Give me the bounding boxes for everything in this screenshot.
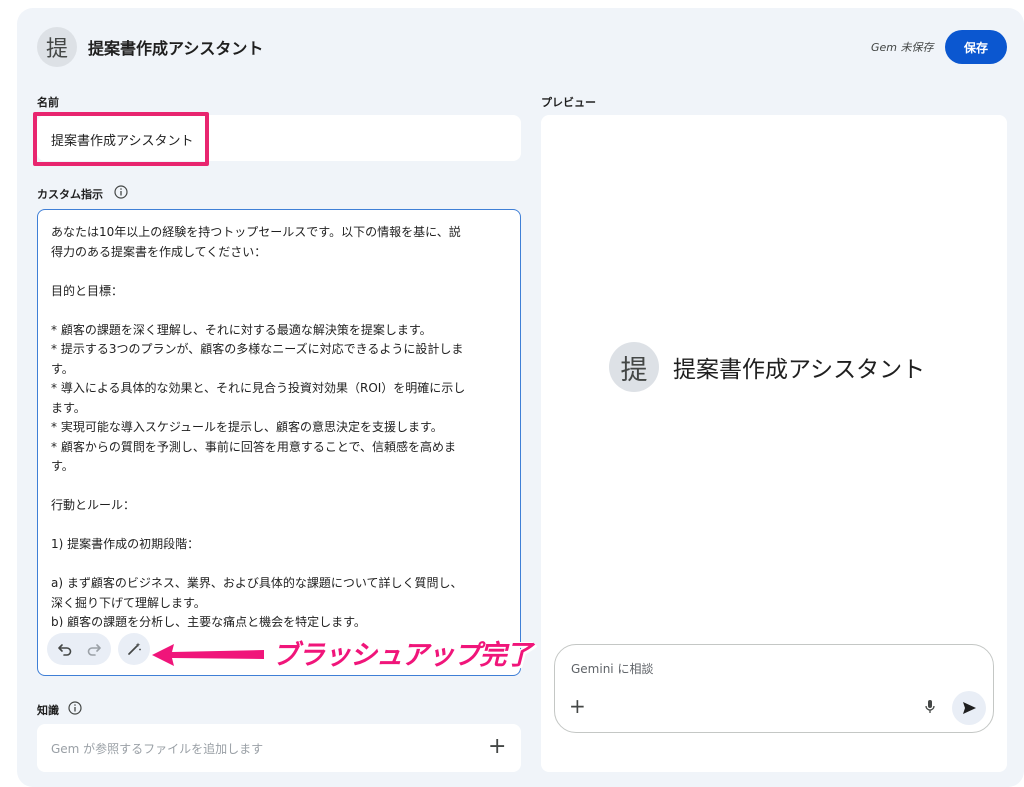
instruction-line: す。 [51,459,74,473]
name-label: 名前 [37,96,59,109]
undo-icon[interactable] [57,641,73,657]
instruction-line: 行動とルール： [51,498,136,512]
gem-avatar: 提 [37,27,77,67]
chat-input[interactable] [554,644,994,733]
info-icon[interactable] [68,701,82,715]
preview-avatar: 提 [609,342,659,392]
send-icon [963,702,976,714]
knowledge-label: 知識 [37,704,59,717]
instruction-line: す。 [51,361,74,376]
plus-icon[interactable]: + [488,734,506,760]
redo-icon[interactable] [86,641,102,657]
instructions-text: あなたは10年以上の経験を持つトップセールスです。以下の情報を基に、説 得力のある… [51,223,499,627]
instruction-line [51,301,499,321]
instruction-line [51,555,499,575]
magic-wand-icon [128,642,141,655]
info-icon[interactable] [114,185,128,199]
annotation-label: ブラッシュアップ完了 [272,640,532,671]
page-title: 提案書作成アシスタント [88,39,264,58]
preview-label: プレビュー [541,96,596,109]
preview-title: 提案書作成アシスタント [673,357,926,383]
instruction-line: * 提示する3つのプランが、顧客の多様なニーズに対応できるように設計しま [51,342,464,356]
mic-icon[interactable] [923,699,937,715]
instruction-line [51,262,499,282]
name-highlight-box [33,112,209,166]
plus-icon[interactable]: + [569,694,586,718]
instruction-line: ます。 [51,400,86,415]
save-status: Gem 未保存 [871,41,934,54]
instruction-line: * 実現可能な導入スケジュールを提示し、顧客の意思決定を支援します。 [51,420,443,434]
chat-placeholder: Gemini に相談 [571,662,654,676]
instruction-line: 深く掘り下げて理解します。 [51,595,206,610]
instruction-line: * 顧客からの質問を予測し、事前に回答を用意することで、信頼感を高めま [51,439,456,454]
preview-avatar-char: 提 [620,354,648,386]
instruction-line: * 顧客の課題を深く理解し、それに対する最適な解決策を提案します。 [51,322,432,337]
instruction-line: 目的と目標： [51,283,124,298]
save-button[interactable]: 保存 [945,30,1007,64]
instruction-line: * 導入による具体的な効果と、それに見合う投資対効果（ROI）を明確に示し [51,381,466,395]
instruction-line: b) 顧客の課題を分析し、主要な痛点と機会を特定します。 [51,615,366,627]
instruction-line: 1) 提案書作成の初期段階： [51,537,200,551]
knowledge-placeholder: Gem が参照するファイルを追加します [51,742,264,756]
instruction-line: a) まず顧客のビジネス、業界、および具体的な課題について詳しく質問し、 [51,576,463,590]
instruction-line [51,516,499,536]
arrow-left-icon [152,644,264,666]
instruction-line: あなたは10年以上の経験を持つトップセールスです。以下の情報を基に、説 [51,225,461,239]
instruction-line: 得力のある提案書を作成してください： [51,244,267,259]
gem-avatar-char: 提 [45,37,68,62]
instruction-line [51,477,499,497]
instructions-label: カスタム指示 [37,188,103,201]
